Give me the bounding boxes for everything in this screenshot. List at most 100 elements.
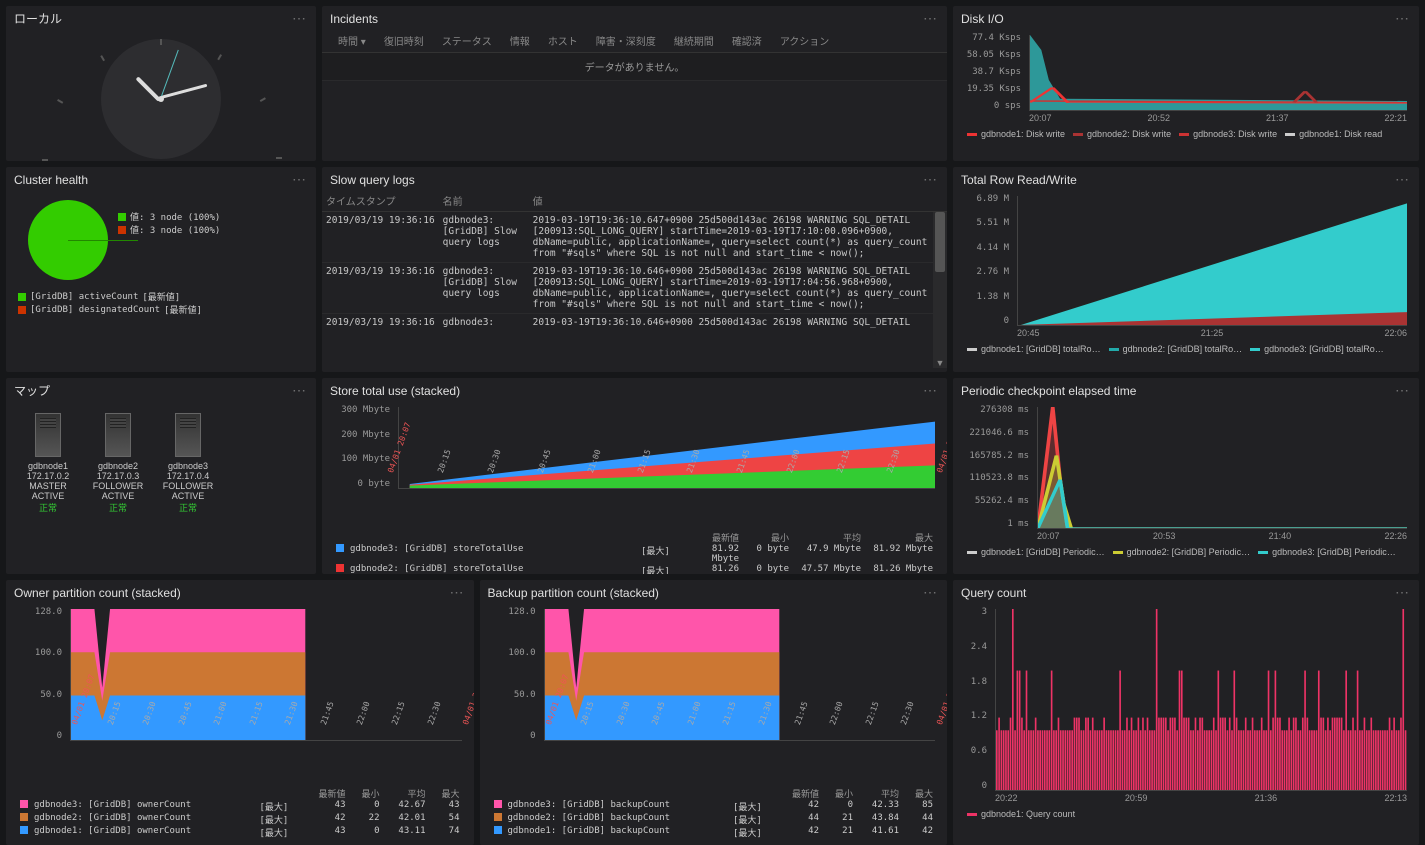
legend-item[interactable]: gdbnode3: [GridDB] totalRo… [1250, 344, 1384, 354]
stats-row[interactable]: gdbnode1: [GridDB] ownerCount[最大]43043.1… [20, 826, 460, 839]
legend-item[interactable]: gdbnode3: Disk write [1179, 129, 1277, 139]
incidents-column[interactable]: 情報 [510, 33, 530, 48]
cell-name: gdbnode3: [GridDB] Slow query logs [439, 212, 529, 263]
panel-menu-icon[interactable]: ⋯ [923, 10, 939, 27]
legend-item[interactable]: gdbnode3: [GridDB] Periodic… [1258, 547, 1396, 557]
stats-row[interactable]: gdbnode3: [GridDB] ownerCount[最大]43042.6… [20, 800, 460, 813]
panel-menu-icon[interactable]: ⋯ [1395, 10, 1411, 27]
legend-item[interactable]: gdbnode1: Disk write [967, 129, 1065, 139]
panel-menu-icon[interactable]: ⋯ [1395, 584, 1411, 601]
panel-title[interactable]: Total Row Read/Write [961, 173, 1077, 187]
cluster-metric-row[interactable]: [GridDB] activeCount [最新値] [18, 290, 304, 303]
x-tick: 22:30 [885, 471, 923, 485]
stats-row[interactable]: gdbnode1: [GridDB] backupCount[最大]422141… [494, 826, 934, 839]
stats-value: 0 [348, 800, 380, 813]
panel-title[interactable]: Incidents [330, 12, 378, 26]
node-role: FOLLOWER [88, 481, 148, 491]
panel-title[interactable]: Backup partition count (stacked) [488, 586, 659, 600]
scroll-down-icon[interactable]: ▼ [933, 358, 947, 368]
x-tick: 21:30 [757, 723, 795, 737]
panel-menu-icon[interactable]: ⋯ [292, 382, 308, 399]
panel-menu-icon[interactable]: ⋯ [450, 584, 466, 601]
plot-area[interactable] [544, 609, 936, 741]
y-axis: 6.89 M5.51 M4.14 M2.76 M1.38 M0 [961, 194, 1013, 326]
incidents-column[interactable]: アクション [780, 33, 830, 48]
incidents-column[interactable]: 時間 ▾ [338, 33, 366, 48]
legend-item[interactable]: gdbnode2: Disk write [1073, 129, 1171, 139]
panel-menu-icon[interactable]: ⋯ [1395, 382, 1411, 399]
cluster-metric-row[interactable]: [GridDB] designatedCount [最新値] [18, 303, 304, 316]
stats-value: 0 byte [741, 564, 789, 574]
panel-title[interactable]: Slow query logs [330, 173, 415, 187]
stats-value: 43 [306, 800, 346, 813]
plot-area[interactable] [70, 609, 462, 741]
legend-item[interactable]: gdbnode2: [GridDB] Periodic… [1113, 547, 1251, 557]
periodic-chart: 276308 ms221046.6 ms165785.2 ms110523.8 … [953, 401, 1419, 574]
panel-title[interactable]: ローカル [14, 10, 62, 27]
panel-title[interactable]: Owner partition count (stacked) [14, 586, 181, 600]
x-tick: 20:30 [615, 723, 653, 737]
plot-area[interactable] [1017, 196, 1407, 326]
incidents-column[interactable]: 確認済 [732, 33, 762, 48]
stats-header: 最新値 [691, 531, 739, 544]
panel-title[interactable]: Disk I/O [961, 12, 1004, 26]
legend-swatch [20, 813, 28, 821]
legend-swatch [1109, 348, 1119, 351]
stats-value: 74 [428, 826, 460, 839]
cluster-node[interactable]: gdbnode3172.17.0.4FOLLOWERACTIVE正常 [158, 413, 218, 514]
cell-name: gdbnode3: [GridDB] Slow query logs [439, 263, 529, 314]
table-header[interactable]: 名前 [439, 190, 529, 212]
plot-area[interactable] [1037, 407, 1407, 529]
scrollbar-thumb[interactable] [935, 212, 945, 272]
panel-menu-icon[interactable]: ⋯ [923, 171, 939, 188]
panel-title[interactable]: Cluster health [14, 173, 88, 187]
cluster-node[interactable]: gdbnode1172.17.0.2MASTERACTIVE正常 [18, 413, 78, 514]
panel-menu-icon[interactable]: ⋯ [292, 10, 308, 27]
stats-row[interactable]: gdbnode2: [GridDB] backupCount[最大]442143… [494, 813, 934, 826]
stats-row[interactable]: gdbnode2: [GridDB] storeTotalUse[最大]81.2… [336, 564, 933, 574]
node-role: FOLLOWER [158, 481, 218, 491]
scrollbar[interactable]: ▲ ▼ [933, 212, 947, 368]
panel-title[interactable]: マップ [14, 382, 50, 399]
table-row[interactable]: 2019/03/19 19:36:16gdbnode3: [GridDB] Sl… [322, 212, 947, 263]
stats-row[interactable]: gdbnode3: [GridDB] backupCount[最大]42042.… [494, 800, 934, 813]
incidents-column[interactable]: 継続期間 [674, 33, 714, 48]
panel-title[interactable]: Query count [961, 586, 1026, 600]
panel-menu-icon[interactable]: ⋯ [923, 584, 939, 601]
y-tick: 110523.8 ms [961, 473, 1029, 483]
stats-table: 最新値最小平均最大gdbnode3: [GridDB] storeTotalUs… [330, 529, 939, 574]
table-header[interactable]: タイムスタンプ [322, 190, 439, 212]
stats-row[interactable]: gdbnode2: [GridDB] ownerCount[最大]422242.… [20, 813, 460, 826]
stats-agg: [最大] [733, 813, 777, 826]
stats-row[interactable]: gdbnode3: [GridDB] storeTotalUse[最大]81.9… [336, 544, 933, 564]
legend-item[interactable]: gdbnode1: [GridDB] totalRo… [967, 344, 1101, 354]
pie-legend-item[interactable]: 値: 3 node (100%) [118, 210, 220, 223]
cluster-node[interactable]: gdbnode2172.17.0.3FOLLOWERACTIVE正常 [88, 413, 148, 514]
pie-chart[interactable] [28, 200, 108, 280]
panel-menu-icon[interactable]: ⋯ [923, 382, 939, 399]
panel-title[interactable]: Periodic checkpoint elapsed time [961, 384, 1136, 398]
legend-item[interactable]: gdbnode1: Query count [967, 809, 1075, 819]
incidents-column[interactable]: ステータス [442, 33, 492, 48]
plot-area[interactable] [1029, 35, 1407, 111]
cluster-legend-bottom: [GridDB] activeCount [最新値][GridDB] desig… [14, 286, 308, 320]
panel-menu-icon[interactable]: ⋯ [292, 171, 308, 188]
table-row[interactable]: 2019/03/19 19:36:16gdbnode3: [GridDB] Sl… [322, 263, 947, 314]
stats-label: gdbnode1: [GridDB] ownerCount [34, 826, 258, 839]
y-tick: 50.0 [488, 690, 536, 700]
x-tick: 20:15 [579, 723, 617, 737]
pie-legend-item[interactable]: 値: 3 node (100%) [118, 223, 220, 236]
incidents-column[interactable]: 復旧時刻 [384, 33, 424, 48]
legend-item[interactable]: gdbnode2: [GridDB] totalRo… [1109, 344, 1243, 354]
clock-tick [160, 39, 162, 45]
backup-svg [545, 609, 936, 740]
table-header[interactable]: 値 [529, 190, 947, 212]
incidents-column[interactable]: ホスト [548, 33, 578, 48]
legend-item[interactable]: gdbnode1: Disk read [1285, 129, 1382, 139]
panel-menu-icon[interactable]: ⋯ [1395, 171, 1411, 188]
plot-area[interactable] [995, 609, 1407, 791]
incidents-column[interactable]: 障害・深刻度 [596, 33, 656, 48]
legend-item[interactable]: gdbnode1: [GridDB] Periodic… [967, 547, 1105, 557]
panel-title[interactable]: Store total use (stacked) [330, 384, 460, 398]
table-row[interactable]: 2019/03/19 19:36:16gdbnode3:2019-03-19T1… [322, 314, 947, 332]
